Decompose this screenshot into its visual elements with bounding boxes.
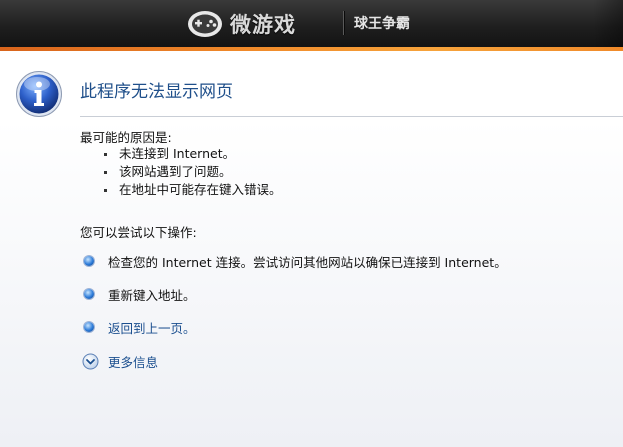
action-check-connection: 检查您的 Internet 连接。尝试访问其他网站以确保已连接到 Interne… <box>84 250 507 272</box>
list-item: 未连接到 Internet。 <box>104 145 282 163</box>
action-retype-address: 重新键入地址。 <box>84 283 507 305</box>
weiyouxi-logo[interactable]: 微游戏 <box>186 8 296 40</box>
actions-label: 您可以尝试以下操作: <box>80 225 197 240</box>
top-header-bar <box>0 0 623 48</box>
list-item: 在地址中可能存在键入错误。 <box>104 181 282 199</box>
reasons-label: 最可能的原因是: <box>80 130 172 145</box>
action-go-back[interactable]: 返回到上一页。 <box>84 316 507 338</box>
game-title: 球王争霸 <box>354 16 410 32</box>
bullet-dot-icon <box>104 188 107 192</box>
blue-bullet-icon <box>84 256 94 266</box>
chevron-down-circle-icon[interactable] <box>82 353 99 370</box>
header-accent-stripe <box>0 47 623 51</box>
reasons-list: 未连接到 Internet。 该网站遇到了问题。 在地址中可能存在键入错误。 <box>104 145 282 199</box>
info-icon <box>15 70 63 118</box>
gamepad-icon <box>186 9 224 39</box>
blue-bullet-icon <box>84 322 94 332</box>
more-info-link[interactable]: 更多信息 <box>108 352 158 371</box>
page-title: 此程序无法显示网页 <box>80 82 233 102</box>
bullet-dot-icon <box>104 152 107 156</box>
title-divider <box>80 116 623 117</box>
header-divider <box>343 11 344 35</box>
list-item: 该网站遇到了问题。 <box>104 163 282 181</box>
header-shade <box>593 0 623 47</box>
logo-text: 微游戏 <box>230 13 296 37</box>
bullet-dot-icon <box>104 170 107 174</box>
blue-bullet-icon <box>84 289 94 299</box>
actions-list: 检查您的 Internet 连接。尝试访问其他网站以确保已连接到 Interne… <box>84 250 507 349</box>
more-info-toggle[interactable]: 更多信息 <box>82 352 158 371</box>
go-back-link[interactable]: 返回到上一页。 <box>108 318 196 337</box>
